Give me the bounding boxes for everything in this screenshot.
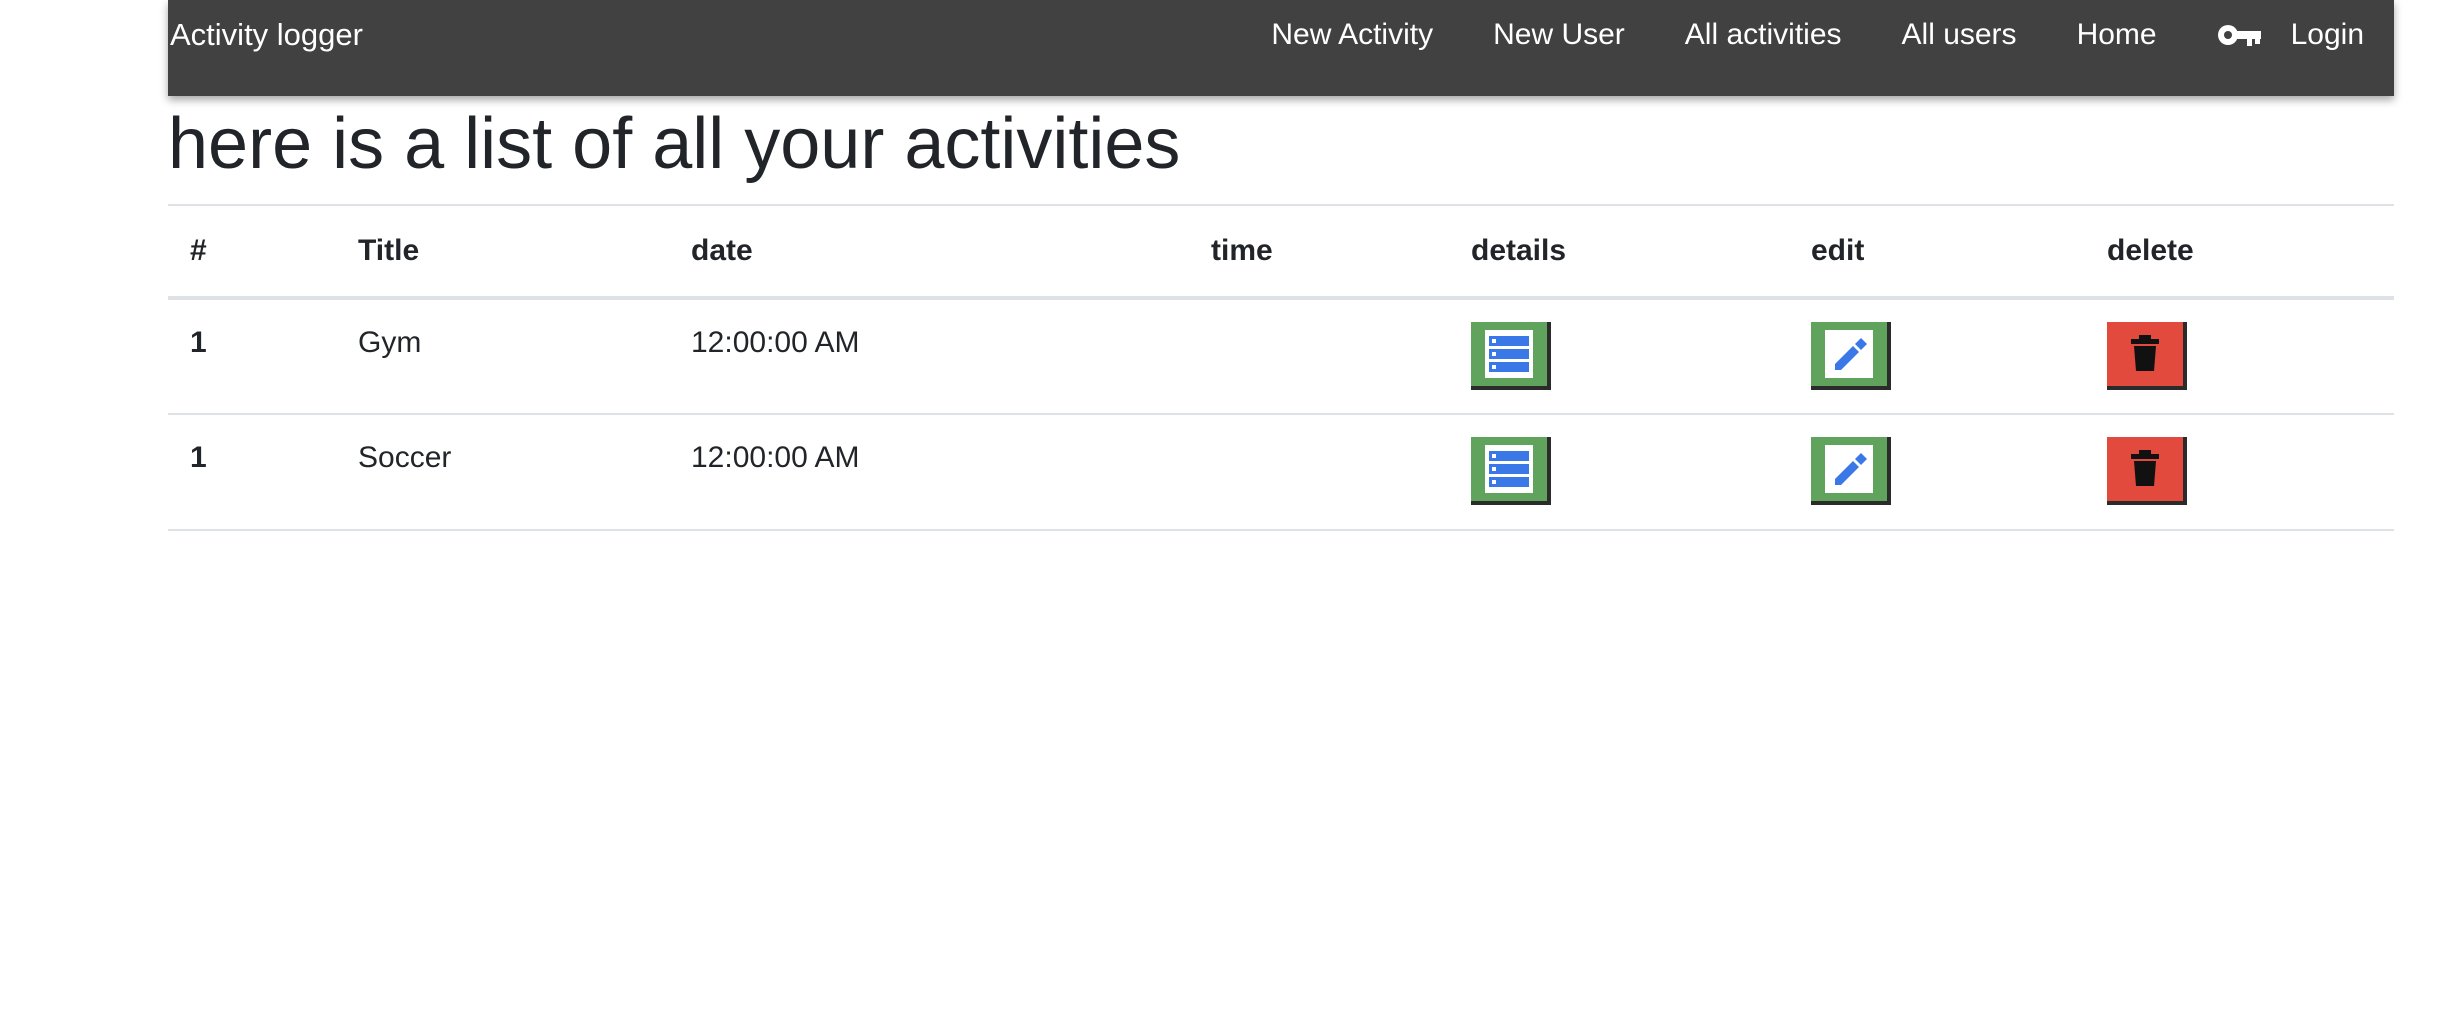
- edit-cell: [1789, 414, 2085, 531]
- list-icon: [1485, 330, 1533, 378]
- table-row: 1 Gym 12:00:00 AM: [168, 298, 2394, 415]
- delete-cell: [2085, 414, 2394, 531]
- trash-icon: [2129, 333, 2161, 376]
- delete-cell: [2085, 298, 2394, 415]
- row-date: 12:00:00 AM: [669, 414, 1189, 531]
- nav-links: New Activity New User All activities All…: [1211, 0, 2364, 70]
- details-button[interactable]: [1471, 322, 1551, 390]
- table-row: 1 Soccer 12:00:00 AM: [168, 414, 2394, 531]
- details-cell: [1449, 414, 1789, 531]
- pencil-icon: [1825, 330, 1873, 378]
- page-container: Activity logger New Activity New User Al…: [168, 0, 2394, 531]
- activities-table: # Title date time details edit delete 1 …: [168, 204, 2394, 531]
- header-time: time: [1189, 204, 1449, 300]
- list-icon: [1485, 445, 1533, 493]
- header-number: #: [168, 204, 336, 300]
- nav-all-activities[interactable]: All activities: [1685, 18, 1842, 52]
- details-button[interactable]: [1471, 437, 1551, 505]
- edit-button[interactable]: [1811, 437, 1891, 505]
- pencil-icon: [1825, 445, 1873, 493]
- page-title: here is a list of all your activities: [168, 104, 1181, 184]
- navbar: Activity logger New Activity New User Al…: [168, 0, 2394, 96]
- edit-button[interactable]: [1811, 322, 1891, 390]
- delete-button[interactable]: [2107, 437, 2187, 505]
- row-date: 12:00:00 AM: [669, 298, 1189, 415]
- header-date: date: [669, 204, 1189, 300]
- details-cell: [1449, 298, 1789, 415]
- delete-button[interactable]: [2107, 322, 2187, 390]
- nav-new-user[interactable]: New User: [1493, 18, 1625, 52]
- nav-new-activity[interactable]: New Activity: [1271, 18, 1433, 52]
- row-number: 1: [168, 414, 336, 531]
- row-time: [1189, 298, 1449, 415]
- brand-link[interactable]: Activity logger: [168, 0, 363, 70]
- row-title: Gym: [336, 298, 669, 415]
- trash-icon: [2129, 448, 2161, 491]
- header-delete: delete: [2085, 204, 2394, 300]
- nav-login[interactable]: Login: [2291, 18, 2364, 52]
- header-title: Title: [336, 204, 669, 300]
- edit-cell: [1789, 298, 2085, 415]
- header-edit: edit: [1789, 204, 2085, 300]
- table-header-row: # Title date time details edit delete: [168, 204, 2394, 300]
- header-details: details: [1449, 204, 1789, 300]
- row-title: Soccer: [336, 414, 669, 531]
- nav-all-users[interactable]: All users: [1902, 18, 2017, 52]
- nav-home[interactable]: Home: [2077, 18, 2157, 52]
- row-number: 1: [168, 298, 336, 415]
- key-icon: [2217, 20, 2263, 50]
- row-time: [1189, 414, 1449, 531]
